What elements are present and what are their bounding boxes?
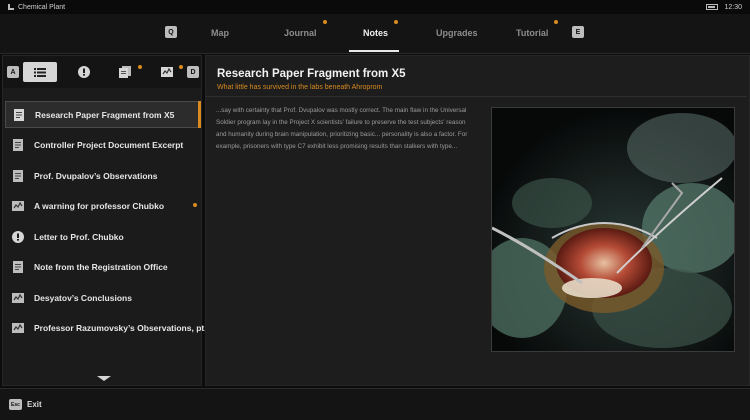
note-illustration [491,107,735,352]
note-body: ...say with certainty that Prof. Dvupalo… [216,107,468,150]
new-indicator [193,203,197,207]
next-filter-key[interactable]: D [187,66,199,78]
exclamation-icon [12,230,24,243]
prev-filter-key[interactable]: A [7,66,19,78]
new-indicator [394,20,399,24]
active-tab-underline [349,50,399,52]
list-item[interactable]: Research Paper Fragment from X5 [5,101,201,128]
battery-icon [706,4,719,10]
note-subtitle: What little has survived in the labs ben… [217,84,383,91]
new-indicator [179,65,183,69]
notes-sidebar: A D Research Paper Fragment from X5 Cont… [2,55,214,386]
note-title: Research Paper Fragment from X5 [217,68,406,80]
filter-all-button[interactable] [23,62,57,82]
filter-important-button[interactable] [67,62,101,82]
top-navigation: Q Map Journal Notes Upgrades Tutorial E [0,14,750,54]
list-item[interactable]: Letter to Prof. Chubko [5,223,201,250]
list-item[interactable]: Desyatov’s Conclusions [5,284,201,311]
filter-documents-button[interactable] [108,62,142,82]
bio-icon [12,322,24,334]
tab-tutorial[interactable]: Tutorial [516,20,559,38]
list-item[interactable]: Controller Project Document Excerpt [5,131,201,158]
bio-icon [12,200,24,212]
new-indicator [138,65,142,69]
tab-journal[interactable]: Journal [284,20,327,38]
status-bar: Chemical Plant 12:30 [0,0,750,14]
divider [206,96,747,97]
tab-upgrades[interactable]: Upgrades [436,28,478,38]
list-icon [34,67,46,77]
list-item[interactable]: A warning for professor Chubko [5,192,201,219]
clock: 12:30 [724,3,742,11]
scroll-down-arrow-icon[interactable] [97,376,111,381]
prev-tab-key[interactable]: Q [165,26,177,38]
escape-key[interactable]: Esc [9,399,22,410]
bio-icon [161,67,173,77]
document-icon [13,108,25,121]
tab-notes[interactable]: Notes [363,20,399,38]
bio-icon [12,292,24,304]
note-detail-panel: Research Paper Fragment from X5 What lit… [205,55,750,386]
document-icon [12,260,24,273]
list-item[interactable]: Prof. Dvupalov’s Observations [5,162,201,189]
tab-map[interactable]: Map [211,28,229,38]
document-icon [12,138,24,151]
list-item[interactable]: Professor Razumovsky’s Observations, pt.… [5,314,214,341]
list-item[interactable]: Note from the Registration Office [5,253,201,280]
location-label: Chemical Plant [18,3,66,11]
exclamation-icon [78,66,90,78]
surgery-illustration [492,108,734,351]
documents-icon [119,66,131,78]
signal-icon [8,4,14,10]
document-icon [12,169,24,182]
new-indicator [554,20,559,24]
exit-button[interactable]: Exit [27,400,42,409]
new-indicator [322,20,327,24]
next-tab-key[interactable]: E [572,26,584,38]
footer-bar: Esc Exit [0,388,750,420]
filter-bar: A D [3,56,201,88]
